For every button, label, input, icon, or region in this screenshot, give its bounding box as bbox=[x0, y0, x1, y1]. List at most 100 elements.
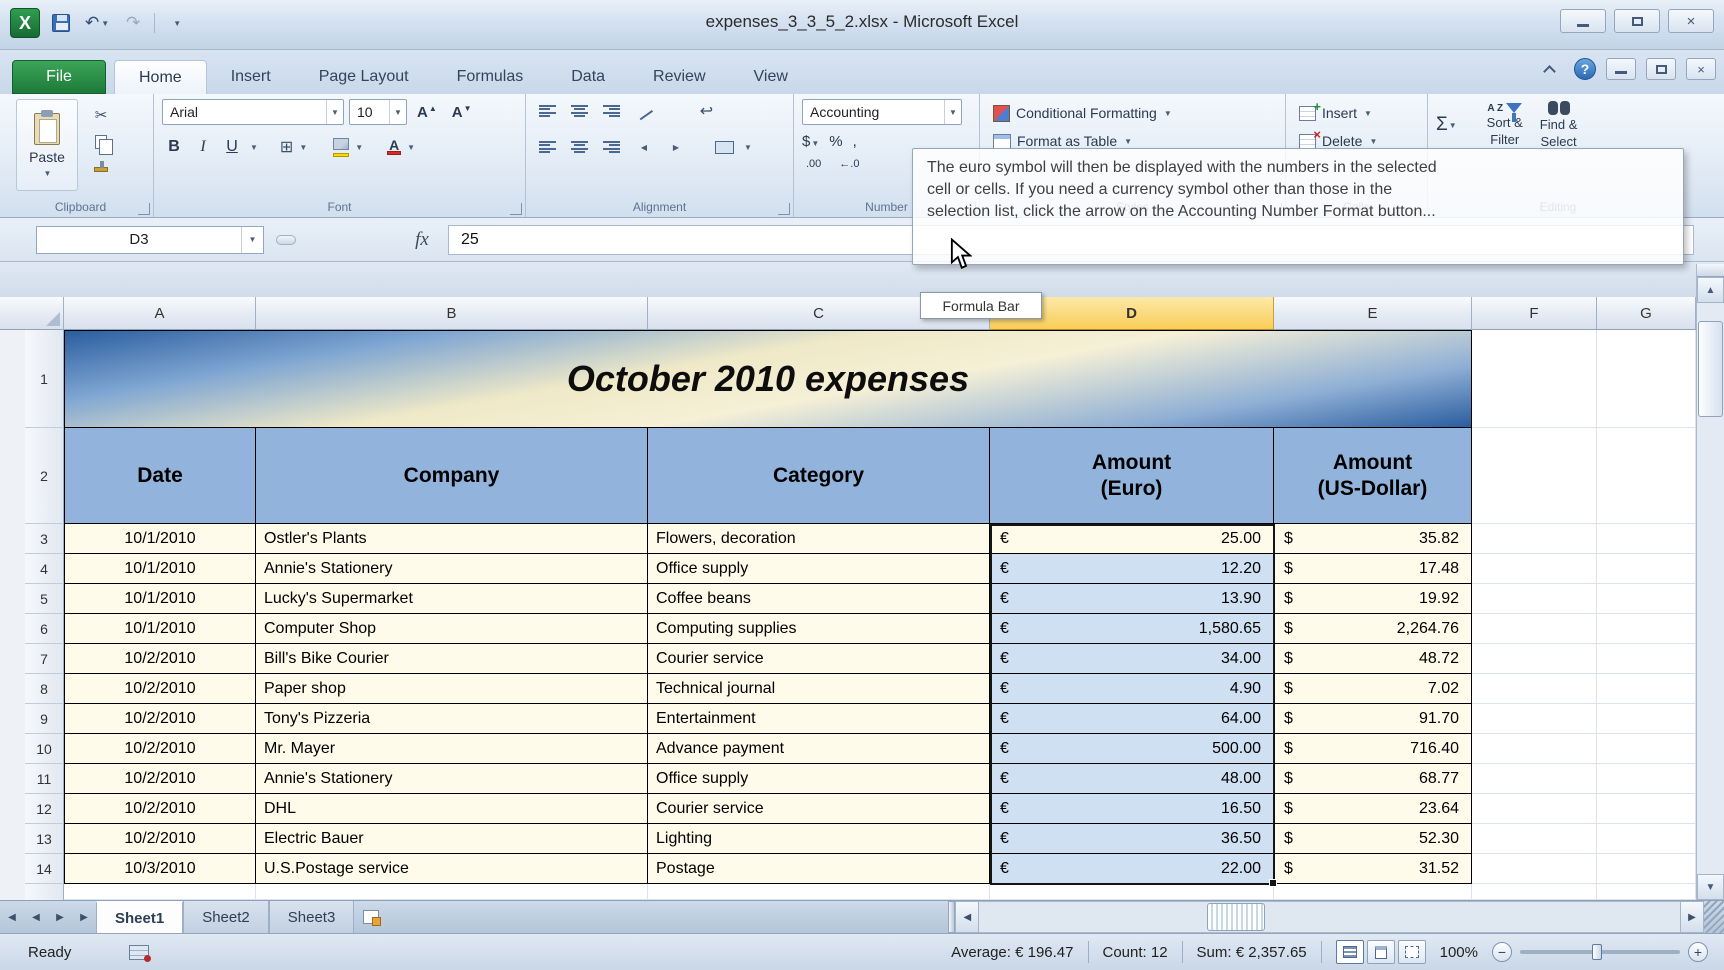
cell-empty-g[interactable] bbox=[1597, 704, 1696, 734]
last-sheet-button[interactable]: ▶ bbox=[72, 901, 96, 933]
cell-company[interactable]: DHL bbox=[256, 794, 648, 824]
cell-date[interactable]: 10/2/2010 bbox=[64, 824, 256, 854]
cell-amount-euro[interactable]: € 12.20 bbox=[990, 554, 1274, 584]
insert-function-icon[interactable]: fx bbox=[404, 229, 440, 251]
doc-minimize-button[interactable] bbox=[1606, 58, 1636, 80]
cell-empty-g[interactable] bbox=[1597, 644, 1696, 674]
cell-amount-usd[interactable]: $ 48.72 bbox=[1274, 644, 1472, 674]
horizontal-scroll-thumb[interactable] bbox=[1207, 903, 1266, 931]
italic-button[interactable]: I bbox=[191, 135, 215, 159]
cell-empty-g[interactable] bbox=[1597, 428, 1696, 524]
cell-amount-euro[interactable]: € 500.00 bbox=[990, 734, 1274, 764]
merge-center-button[interactable] bbox=[711, 135, 738, 159]
cell-amount-euro[interactable]: € 13.90 bbox=[990, 584, 1274, 614]
cell-empty-f[interactable] bbox=[1472, 824, 1597, 854]
header-company[interactable]: Company bbox=[256, 428, 648, 524]
column-header-b[interactable]: B bbox=[256, 297, 648, 330]
cell-empty-g[interactable] bbox=[1597, 734, 1696, 764]
align-center-button[interactable] bbox=[566, 135, 593, 159]
row-number[interactable]: 14 bbox=[25, 854, 64, 884]
name-box[interactable]: D3 ▼ bbox=[36, 225, 264, 254]
tab-home[interactable]: Home bbox=[114, 60, 207, 94]
cell-amount-euro[interactable]: € 64.00 bbox=[990, 704, 1274, 734]
insert-cells-button[interactable]: Insert ▼ bbox=[1294, 99, 1419, 127]
doc-close-button[interactable]: × bbox=[1686, 58, 1716, 80]
row-number[interactable]: 7 bbox=[25, 644, 64, 674]
cell-empty[interactable] bbox=[1472, 884, 1597, 900]
alignment-dialog-launcher-icon[interactable] bbox=[778, 203, 790, 215]
paste-dropdown-icon[interactable]: ▼ bbox=[44, 169, 52, 178]
header-category[interactable]: Category bbox=[648, 428, 990, 524]
cell-category[interactable]: Courier service bbox=[648, 794, 990, 824]
vertical-scroll-thumb[interactable] bbox=[1698, 321, 1723, 417]
accounting-format-button[interactable]: $▼ bbox=[802, 133, 819, 150]
percent-style-button[interactable]: % bbox=[829, 133, 842, 150]
header-date[interactable]: Date bbox=[64, 428, 256, 524]
shrink-font-button[interactable]: A ▼ bbox=[447, 102, 477, 123]
sheet-title-cell[interactable]: October 2010 expenses bbox=[64, 330, 1472, 428]
row-number[interactable]: 4 bbox=[25, 554, 64, 584]
cell-amount-euro[interactable]: € 22.00 bbox=[990, 854, 1274, 884]
header-amount-euro[interactable]: Amount (Euro) bbox=[990, 428, 1274, 524]
formula-bar-split-handle[interactable] bbox=[276, 234, 296, 245]
vertical-split-handle[interactable] bbox=[1697, 264, 1724, 277]
cell-empty-f[interactable] bbox=[1472, 554, 1597, 584]
decrease-indent-button[interactable]: ◀ bbox=[630, 135, 657, 159]
font-dialog-launcher-icon[interactable] bbox=[510, 203, 522, 215]
cell-company[interactable]: Ostler's Plants bbox=[256, 524, 648, 554]
cell-empty-f[interactable] bbox=[1472, 524, 1597, 554]
copy-button[interactable] bbox=[86, 130, 116, 155]
cell-empty-g[interactable] bbox=[1597, 614, 1696, 644]
cell-amount-euro[interactable]: € 34.00 bbox=[990, 644, 1274, 674]
cell-date[interactable]: 10/3/2010 bbox=[64, 854, 256, 884]
cell-amount-usd[interactable]: $ 19.92 bbox=[1274, 584, 1472, 614]
cell-company[interactable]: Bill's Bike Courier bbox=[256, 644, 648, 674]
cell-empty-g[interactable] bbox=[1597, 674, 1696, 704]
cut-button[interactable]: ✂ bbox=[86, 103, 116, 127]
cell-category[interactable]: Flowers, decoration bbox=[648, 524, 990, 554]
decrease-decimal-button[interactable]: ←.0 bbox=[835, 156, 863, 172]
normal-view-button[interactable] bbox=[1335, 940, 1364, 964]
tab-view[interactable]: View bbox=[730, 60, 812, 94]
cell-category[interactable]: Entertainment bbox=[648, 704, 990, 734]
cell-empty-g[interactable] bbox=[1597, 584, 1696, 614]
align-bottom-button[interactable] bbox=[598, 99, 625, 123]
row-number[interactable]: 8 bbox=[25, 674, 64, 704]
header-amount-usd[interactable]: Amount (US-Dollar) bbox=[1274, 428, 1472, 524]
cell-amount-euro[interactable]: € 16.50 bbox=[990, 794, 1274, 824]
column-header-f[interactable]: F bbox=[1472, 297, 1597, 330]
cell-date[interactable]: 10/2/2010 bbox=[64, 704, 256, 734]
underline-dropdown-icon[interactable]: ▼ bbox=[250, 143, 258, 152]
row-number[interactable] bbox=[25, 884, 64, 900]
comma-style-button[interactable]: , bbox=[853, 133, 857, 150]
cell-category[interactable]: Computing supplies bbox=[648, 614, 990, 644]
tab-data[interactable]: Data bbox=[547, 60, 629, 94]
tab-formulas[interactable]: Formulas bbox=[433, 60, 548, 94]
cell-company[interactable]: Tony's Pizzeria bbox=[256, 704, 648, 734]
zoom-out-button[interactable]: − bbox=[1492, 942, 1512, 962]
tab-review[interactable]: Review bbox=[629, 60, 729, 94]
row-number[interactable]: 5 bbox=[25, 584, 64, 614]
font-color-button[interactable]: A bbox=[387, 138, 402, 155]
cell-empty-f[interactable] bbox=[1472, 674, 1597, 704]
cell-amount-euro[interactable]: € 36.50 bbox=[990, 824, 1274, 854]
row-number[interactable]: 12 bbox=[25, 794, 64, 824]
cell-date[interactable]: 10/2/2010 bbox=[64, 734, 256, 764]
cell-amount-usd[interactable]: $ 17.48 bbox=[1274, 554, 1472, 584]
cell-empty[interactable] bbox=[64, 884, 256, 900]
column-header-e[interactable]: E bbox=[1274, 297, 1472, 330]
cell-amount-usd[interactable]: $ 716.40 bbox=[1274, 734, 1472, 764]
cell-amount-usd[interactable]: $ 2,264.76 bbox=[1274, 614, 1472, 644]
cell-empty-f[interactable] bbox=[1472, 330, 1597, 428]
restore-button[interactable] bbox=[1614, 9, 1660, 33]
wrap-text-button[interactable]: ↩ bbox=[693, 99, 720, 123]
cell-empty-g[interactable] bbox=[1597, 764, 1696, 794]
cell-empty-g[interactable] bbox=[1597, 554, 1696, 584]
cell-empty[interactable] bbox=[648, 884, 990, 900]
cell-category[interactable]: Postage bbox=[648, 854, 990, 884]
cell-amount-usd[interactable]: $ 68.77 bbox=[1274, 764, 1472, 794]
cell-amount-euro[interactable]: € 25.00 bbox=[990, 524, 1274, 554]
find-select-button[interactable]: Find & Select bbox=[1534, 99, 1584, 151]
cell-empty-f[interactable] bbox=[1472, 614, 1597, 644]
scroll-left-button[interactable]: ◀ bbox=[955, 901, 980, 933]
